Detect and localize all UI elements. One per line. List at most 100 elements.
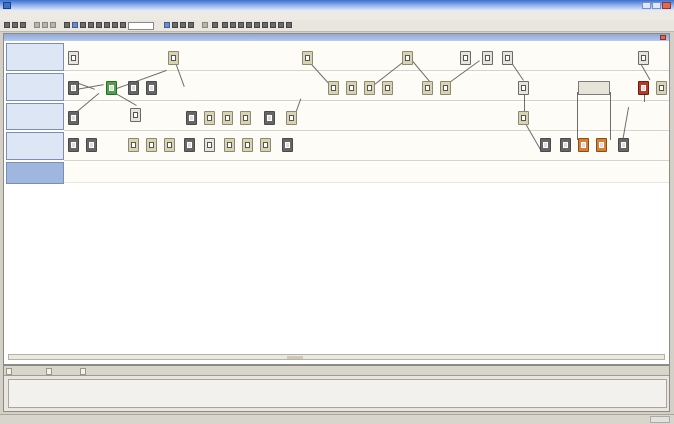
toolbar-button[interactable] <box>222 22 228 28</box>
panel-tab[interactable] <box>6 368 12 375</box>
toolbar-button[interactable] <box>180 22 186 28</box>
block-icon[interactable] <box>222 111 233 125</box>
block-icon[interactable] <box>638 51 649 65</box>
block-icon[interactable] <box>128 138 139 152</box>
block-icon[interactable] <box>382 81 393 95</box>
block-icon[interactable] <box>402 51 413 65</box>
horizontal-scrollbar[interactable] <box>8 354 665 360</box>
block-icon[interactable] <box>540 138 551 152</box>
block-icon[interactable] <box>286 111 297 125</box>
toolbar <box>0 20 674 32</box>
toolbar-button[interactable] <box>42 22 48 28</box>
block-icon[interactable] <box>518 111 529 125</box>
block-icon[interactable] <box>618 138 629 152</box>
close-icon[interactable] <box>660 35 666 40</box>
block-icon[interactable] <box>128 81 139 95</box>
block-icon[interactable] <box>638 81 649 95</box>
close-icon[interactable] <box>662 2 671 9</box>
lane-header-selected[interactable] <box>6 162 64 184</box>
block-icon[interactable] <box>68 138 79 152</box>
lane-header[interactable] <box>6 103 64 130</box>
block-icon[interactable] <box>656 81 667 95</box>
block-icon[interactable] <box>460 51 471 65</box>
app-icon <box>3 2 11 9</box>
toolbar-button[interactable] <box>104 22 110 28</box>
block-icon[interactable] <box>282 138 293 152</box>
title-bar <box>0 0 674 11</box>
block-icon[interactable] <box>68 111 79 125</box>
block-icon[interactable] <box>422 81 433 95</box>
toolbar-button[interactable] <box>12 22 18 28</box>
toolbar-button[interactable] <box>20 22 26 28</box>
block-icon[interactable] <box>240 111 251 125</box>
swimlane <box>64 163 669 183</box>
scrollbar-thumb[interactable] <box>287 356 303 359</box>
block-icon[interactable] <box>518 81 529 95</box>
toolbar-button[interactable] <box>270 22 276 28</box>
toolbar-button[interactable] <box>212 22 218 28</box>
block-icon[interactable] <box>260 138 271 152</box>
block-icon[interactable] <box>346 81 357 95</box>
block-icon[interactable] <box>204 111 215 125</box>
toolbar-button[interactable] <box>172 22 178 28</box>
toolbar-button[interactable] <box>50 22 56 28</box>
toolbar-button[interactable] <box>164 22 170 28</box>
document-title-bar <box>4 34 669 41</box>
toolbar-button[interactable] <box>96 22 102 28</box>
toolbar-button[interactable] <box>262 22 268 28</box>
block-icon[interactable] <box>68 81 79 95</box>
block-icon[interactable] <box>364 81 375 95</box>
block-icon[interactable] <box>242 138 253 152</box>
toolbar-button[interactable] <box>278 22 284 28</box>
minimize-icon[interactable] <box>642 2 651 9</box>
block-icon[interactable] <box>68 51 79 65</box>
lane-header[interactable] <box>6 43 64 71</box>
toolbar-button[interactable] <box>286 22 292 28</box>
block-icon[interactable] <box>184 138 195 152</box>
panel-tab[interactable] <box>80 368 86 375</box>
maximize-icon[interactable] <box>652 2 661 9</box>
swimlane <box>64 103 669 131</box>
toolbar-button[interactable] <box>88 22 94 28</box>
toolbar-button[interactable] <box>80 22 86 28</box>
group-box[interactable] <box>578 81 610 95</box>
block-icon[interactable] <box>596 138 607 152</box>
block-icon[interactable] <box>86 138 97 152</box>
toolbar-button[interactable] <box>188 22 194 28</box>
toolbar-button[interactable] <box>254 22 260 28</box>
block-icon[interactable] <box>146 81 157 95</box>
toolbar-button[interactable] <box>4 22 10 28</box>
block-icon[interactable] <box>146 138 157 152</box>
toolbar-button[interactable] <box>238 22 244 28</box>
lane-header[interactable] <box>6 73 64 101</box>
block-icon[interactable] <box>440 81 451 95</box>
block-icon[interactable] <box>204 138 215 152</box>
toolbar-button[interactable] <box>112 22 118 28</box>
block-icon[interactable] <box>328 81 339 95</box>
block-icon[interactable] <box>186 111 197 125</box>
block-icon[interactable] <box>106 81 117 95</box>
block-icon[interactable] <box>482 51 493 65</box>
toolbar-button[interactable] <box>64 22 70 28</box>
block-icon[interactable] <box>224 138 235 152</box>
lane-header[interactable] <box>6 132 64 160</box>
block-icon[interactable] <box>164 138 175 152</box>
block-icon[interactable] <box>302 51 313 65</box>
toolbar-button[interactable] <box>202 22 208 28</box>
zoom-select[interactable] <box>128 22 154 30</box>
output-area[interactable] <box>8 379 667 408</box>
toolbar-button[interactable] <box>34 22 40 28</box>
connector <box>577 92 578 140</box>
block-icon[interactable] <box>168 51 179 65</box>
block-icon[interactable] <box>130 108 141 122</box>
toolbar-button[interactable] <box>246 22 252 28</box>
toolbar-button[interactable] <box>72 22 78 28</box>
block-icon[interactable] <box>502 51 513 65</box>
menu-bar <box>0 11 674 20</box>
block-icon[interactable] <box>560 138 571 152</box>
toolbar-button[interactable] <box>120 22 126 28</box>
block-icon[interactable] <box>578 138 589 152</box>
block-icon[interactable] <box>264 111 275 125</box>
toolbar-button[interactable] <box>230 22 236 28</box>
panel-tab[interactable] <box>46 368 52 375</box>
